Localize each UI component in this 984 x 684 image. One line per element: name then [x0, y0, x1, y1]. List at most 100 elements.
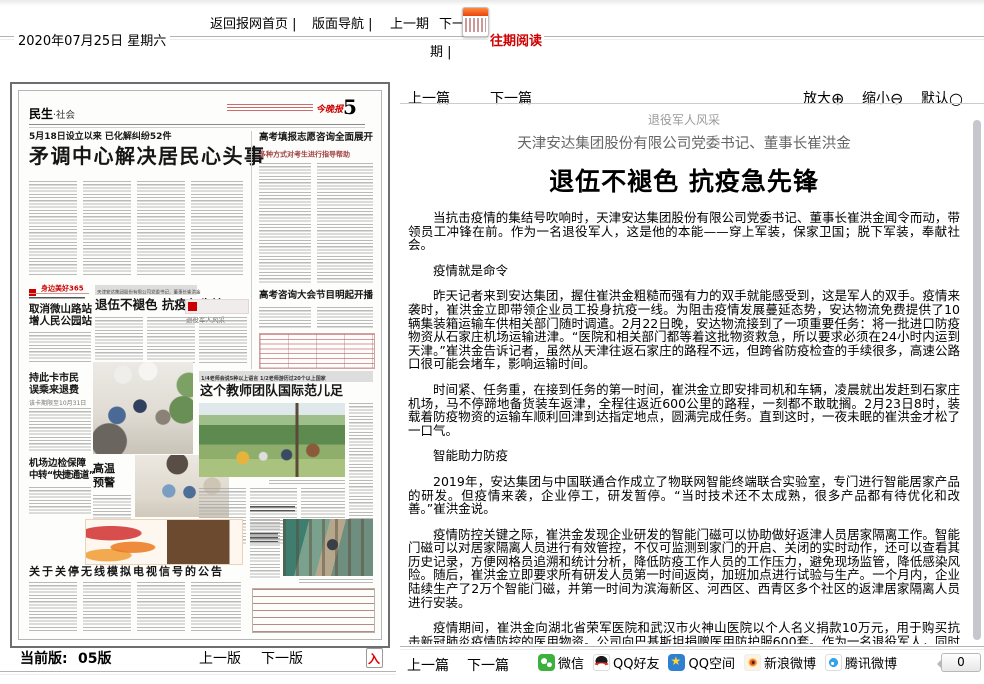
simulated-text [317, 307, 373, 329]
simulated-text [191, 181, 243, 277]
street-crowd-photo [93, 362, 193, 454]
current-page-value: 05版 [78, 648, 111, 668]
zoom-in-label: 放大 [803, 91, 831, 107]
heat-warning-line1: 高温 [93, 463, 115, 475]
sina-weibo-icon [744, 654, 761, 671]
zoom-out-icon: ⊖ [890, 89, 903, 108]
next-article-link-top[interactable]: 下一篇 [490, 88, 532, 108]
share-label: 微信 [558, 653, 584, 672]
article-kicker: 退役军人风采 [408, 111, 960, 128]
photo-caption [269, 480, 345, 484]
share-count-bubble[interactable]: 0 [941, 653, 981, 672]
nav-prev-issue-link[interactable]: 上一期 [388, 13, 431, 32]
masthead-rule [29, 124, 365, 128]
share-sina-button[interactable]: 新浪微博 [744, 653, 816, 672]
zoom-out-button[interactable]: 缩小⊖ [862, 88, 903, 108]
next-page-link[interactable]: 下一版 [261, 648, 303, 668]
next-article-link-bottom[interactable]: 下一篇 [467, 655, 509, 675]
park-teachers-photo [199, 403, 345, 477]
top-gradient [0, 0, 984, 6]
section-title-bold: 民生 [29, 107, 53, 121]
share-qq-button[interactable]: QQ好友 [593, 653, 659, 672]
pdf-icon[interactable] [366, 648, 383, 668]
zoom-in-button[interactable]: 放大⊕ [803, 88, 844, 108]
gaokao-tv-headline: 高考咨询大会节目明起开播 [259, 291, 373, 301]
simulated-text [29, 332, 91, 364]
reader-footer-divider [400, 646, 984, 650]
red-square-icon [188, 302, 197, 311]
simulated-text [29, 181, 77, 277]
card-headline-line2: 误乘来退费 [29, 385, 79, 396]
share-bar: 微信 QQ好友 QQ空间 新浪微博 腾讯微博 [538, 653, 926, 672]
share-label: 新浪微博 [764, 653, 816, 672]
simulated-text [317, 163, 373, 283]
paragraph: 当抗击疫情的集结号吹响时，天津安达集团股份有限公司党委书记、董事长崔洪金闻令而动… [408, 211, 960, 252]
badge-rule [29, 293, 89, 294]
newspaper-thumbnail[interactable]: 民生·社会 今晚报 5 5月18日设立以来 已化解纠纷52件 矛调中心解决居民心… [10, 82, 390, 648]
share-row: 微信 QQ好友 QQ空间 新浪微博 腾讯微博 0 [538, 653, 981, 672]
photo-caption [299, 579, 373, 583]
simulated-text [137, 181, 185, 277]
share-label: QQ空间 [688, 653, 734, 672]
simulated-text [83, 582, 131, 632]
simulated-bold-text [250, 533, 278, 542]
simulated-text [349, 403, 373, 533]
qzone-icon [668, 654, 685, 671]
column-rule [251, 131, 252, 369]
share-qzone-button[interactable]: QQ空间 [668, 653, 734, 672]
daily-beauty-badge-label: 身边美好365 [41, 282, 84, 293]
section-heading: 疫情就是命令 [408, 264, 960, 278]
share-wechat-button[interactable]: 微信 [538, 653, 584, 672]
simulated-text [250, 519, 280, 579]
veteran-kicker: 天津安达集团股份有限公司党委书记、董事长崔洪金 [97, 288, 201, 295]
calendar-icon[interactable] [462, 7, 489, 37]
article-view: 退役军人风采 天津安达集团股份有限公司党委书记、董事长崔洪金 退伍不褪色 抗疫急… [408, 108, 960, 644]
share-label: 腾讯微博 [845, 653, 897, 672]
toolbar-divider [400, 103, 984, 104]
zoom-default-label: 默认 [921, 91, 949, 107]
simulated-text [199, 317, 247, 363]
section-title: 民生·社会 [29, 103, 75, 122]
simulated-text [29, 297, 85, 301]
simulated-text [29, 582, 77, 632]
share-more-button[interactable] [906, 654, 926, 671]
calendar-icon-header [463, 8, 488, 16]
paper-name: 今晚报 [316, 102, 343, 115]
nav-layout-link[interactable]: 版面导航 | [310, 13, 375, 32]
simulated-text [29, 408, 91, 452]
zoom-default-button[interactable]: 默认○ [921, 88, 963, 108]
calendar-icon-grid [465, 18, 486, 32]
epaper-page: { "page": { "top_nav": { "date": "2020年0… [0, 0, 984, 684]
advertisement [85, 519, 243, 565]
simulated-text [147, 317, 195, 363]
simulated-text [137, 582, 185, 632]
share-count: 0 [957, 655, 965, 669]
simulated-text [191, 582, 241, 632]
article-title: 退伍不褪色 抗疫急先锋 [408, 162, 960, 198]
veteran-badge: 退役军人风采 [185, 299, 249, 314]
prev-article-link-top[interactable]: 上一篇 [408, 88, 450, 108]
left-panel-divider [0, 671, 396, 675]
share-tqq-button[interactable]: 腾讯微博 [825, 653, 897, 672]
prev-page-link[interactable]: 上一版 [199, 648, 241, 668]
paragraph: 疫情防控关键之际，崔洪金发现企业研发的智能门磁可以协助做好返津人员居家隔离工作。… [408, 528, 960, 610]
airport-headline-line2: 中转“快捷通道” [29, 471, 95, 481]
card-note: 该卡期限至10月31日 [29, 398, 86, 407]
prev-article-link-bottom[interactable]: 上一篇 [407, 655, 449, 675]
simulated-text [259, 307, 311, 329]
share-label: QQ好友 [613, 653, 659, 672]
wechat-icon [538, 654, 555, 671]
archive-reading-link[interactable]: 往期阅读 [488, 30, 544, 49]
teachers-headline: 这个教师团队国际范儿足 [200, 385, 343, 399]
gaokao-consult-headline: 高考填报志愿咨询全面展开 [259, 133, 373, 143]
zoom-in-icon: ⊕ [831, 89, 844, 108]
heat-warning-line2: 预警 [93, 477, 115, 489]
simulated-text [95, 317, 143, 363]
newspaper-page-image[interactable]: 民生·社会 今晚报 5 5月18日设立以来 已化解纠纷52件 矛调中心解决居民心… [18, 90, 382, 640]
qq-friend-icon [593, 654, 610, 671]
nav-next-issue-link-part2[interactable]: 期 | [428, 41, 454, 60]
paragraph: 时间紧、任务重，在接到任务的第一时间，崔洪金立即安排司机和车辆，凌晨就出发赶到石… [408, 383, 960, 437]
nav-home-link[interactable]: 返回报网首页 | [208, 13, 299, 32]
article-scrollbar[interactable] [973, 120, 981, 640]
masthead-info-text [227, 104, 313, 111]
